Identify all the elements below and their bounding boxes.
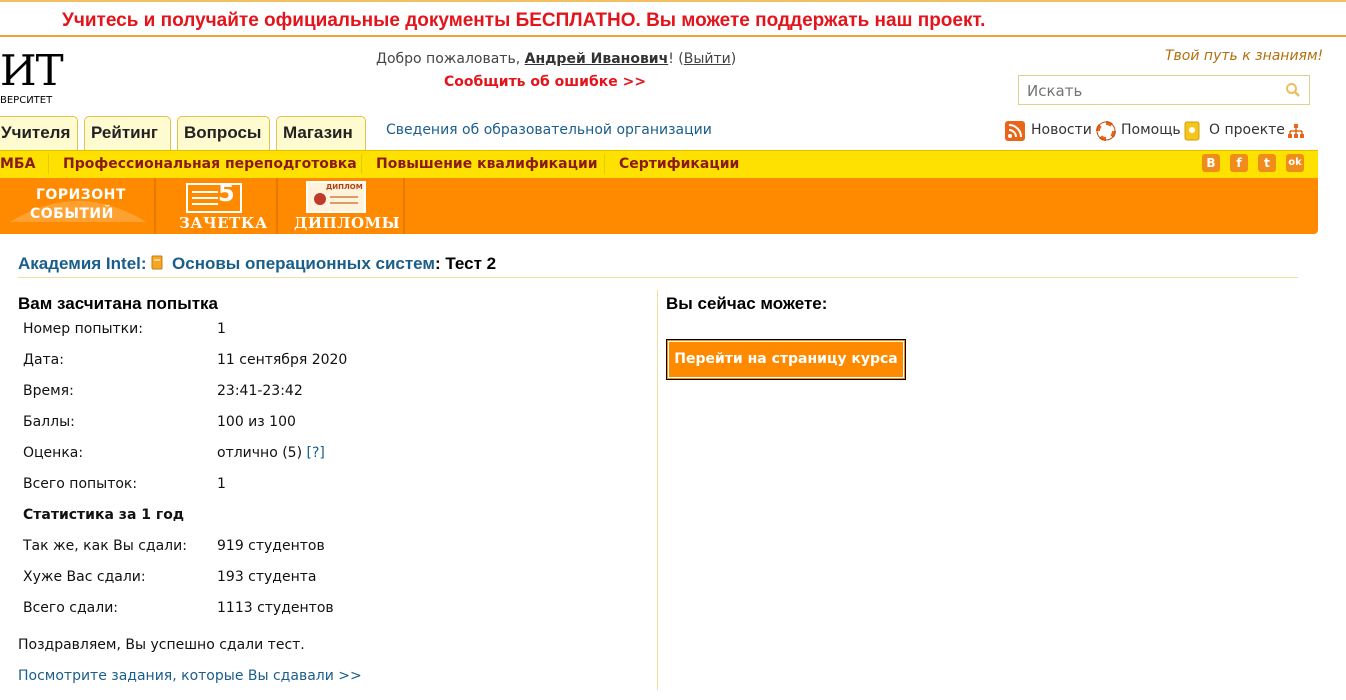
search-icon[interactable] [1285,82,1301,98]
tab-questions[interactable]: Вопросы [177,116,270,150]
breadcrumb-test: Тест 2 [445,254,497,273]
go-to-course-button[interactable]: Перейти на страницу курса [666,339,906,380]
result-heading: Вам засчитана попытка [18,294,218,313]
site-logo[interactable]: ИТ [0,50,64,92]
sitemap-icon[interactable] [1287,122,1305,140]
twitter-icon[interactable]: t [1258,154,1276,172]
news-link[interactable]: Новости [1031,122,1092,138]
grade-value: отлично (5) [?] [217,445,325,461]
nav-divider [48,154,49,174]
diplomas-button[interactable]: ДИПЛОМ ДИПЛОМЫ [290,180,400,232]
facebook-icon[interactable]: f [1230,154,1248,172]
report-error-link[interactable]: Сообщить об ошибке >> [444,74,646,90]
logout-link[interactable]: Выйти [684,51,731,67]
date-value: 11 сентября 2020 [217,352,348,368]
congrats-text: Поздравляем, Вы успешно сдали тест. [18,637,305,653]
grade-five: 5 [218,179,236,207]
nav-divider [361,154,362,174]
lifebuoy-icon [1096,121,1116,141]
about-link[interactable]: О проекте [1209,122,1285,138]
user-name-link[interactable]: Андрей Иванович [525,51,669,67]
horizon-events-button[interactable]: ГОРИЗОНТ СОБЫТИЙ [6,180,150,232]
nav-divider [604,154,605,174]
worse-grade-value: 193 студента [217,569,317,585]
worse-grade-label: Хуже Вас сдали: [23,569,146,585]
odnoklassniki-icon[interactable]: ok [1286,154,1304,172]
nav-qualification[interactable]: Повышение квалификации [376,156,598,172]
stats-heading: Статистика за 1 год [23,507,185,523]
org-info-link[interactable]: Сведения об образовательной организации [386,122,712,138]
total-passed-value: 1113 студентов [217,600,334,616]
tagline: Твой путь к знаниям! [1165,48,1324,64]
feature-divider [403,178,405,234]
grade-label: Оценка: [23,445,84,461]
breadcrumb-course[interactable]: Основы операционных систем [172,254,435,273]
breadcrumb: Академия Intel: Основы операционных сист… [18,254,497,273]
grade-help-link[interactable]: [?] [307,445,325,461]
total-attempts-value: 1 [217,476,226,492]
score-label: Баллы: [23,414,75,430]
same-grade-value: 919 студентов [217,538,325,554]
total-attempts-label: Всего попыток: [23,476,138,492]
breadcrumb-academy[interactable]: Академия Intel [18,254,141,273]
feature-divider [276,178,278,234]
score-value: 100 из 100 [217,414,296,430]
attempt-number-label: Номер попытки: [23,321,143,337]
date-label: Дата: [23,352,64,368]
time-label: Время: [23,383,74,399]
book-icon [151,255,163,270]
info-icon [1184,121,1200,141]
feature-divider [154,178,156,234]
site-logo-subtitle: ВЕРСИТЕТ [0,95,53,106]
divider [18,277,1298,278]
tab-shop[interactable]: Магазин [276,116,366,150]
nav-certification[interactable]: Сертификации [619,156,739,172]
tab-rating[interactable]: Рейтинг [84,116,171,150]
promo-text[interactable]: Учитесь и получайте официальные документ… [62,10,985,32]
time-value: 23:41-23:42 [217,383,303,399]
vk-icon[interactable]: В [1202,154,1220,172]
same-grade-label: Так же, как Вы сдали: [23,538,187,554]
actions-heading: Вы сейчас можете: [666,294,828,313]
nav-mba[interactable]: МБА [0,156,35,172]
rss-icon [1005,121,1025,141]
search-input[interactable] [1025,81,1279,101]
welcome-text: Добро пожаловать, Андрей Иванович! (Выйт… [376,51,737,67]
column-divider [657,290,658,690]
search-box[interactable] [1018,75,1310,105]
view-tasks-link[interactable]: Посмотрите задания, которые Вы сдавали >… [18,668,362,684]
attempt-number-value: 1 [217,321,226,337]
nav-retraining[interactable]: Профессиональная переподготовка [63,156,357,172]
zachetka-button[interactable]: 5 ЗАЧЕТКА [170,179,270,232]
help-link[interactable]: Помощь [1121,122,1181,138]
tab-teachers[interactable]: Учителя [0,116,78,150]
total-passed-label: Всего сдали: [23,600,119,616]
